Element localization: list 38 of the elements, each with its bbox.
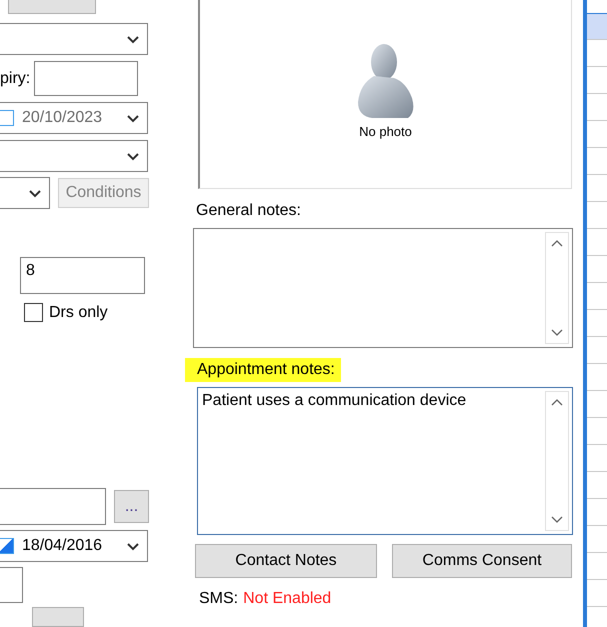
text-area[interactable]: Patient uses a communication device <box>197 387 573 535</box>
appointment-notes-label: Appointment notes: <box>185 358 341 382</box>
button[interactable]: Comms Consent <box>392 544 572 578</box>
grid-row[interactable] <box>587 13 607 40</box>
checkbox[interactable] <box>24 303 43 322</box>
checkbox[interactable] <box>0 110 14 126</box>
chevron-down-icon <box>127 115 139 124</box>
chevron-up-icon[interactable] <box>551 398 563 406</box>
sms-status: Not Enabled <box>243 590 332 608</box>
checkbox[interactable] <box>0 538 14 554</box>
text-area[interactable] <box>193 228 573 348</box>
input-field[interactable] <box>0 488 106 526</box>
button[interactable] <box>8 0 96 14</box>
input-field[interactable] <box>0 567 23 604</box>
input-field[interactable]: 8 <box>20 257 145 294</box>
dropdown[interactable] <box>0 140 148 172</box>
input-field[interactable] <box>34 61 138 96</box>
chevron-down-icon <box>29 190 41 198</box>
general-notes-label: General notes: <box>196 202 301 220</box>
dropdown[interactable] <box>0 23 148 56</box>
photo-caption: No photo <box>359 124 412 139</box>
chevron-down-icon[interactable] <box>551 329 563 337</box>
checkbox-label: Drs only <box>49 304 108 322</box>
scrollbar[interactable] <box>545 391 569 531</box>
chevron-down-icon <box>127 543 139 552</box>
field-label: piry: <box>0 70 30 88</box>
chevron-up-icon[interactable] <box>551 239 563 247</box>
date-picker[interactable]: 18/04/2016 <box>0 530 148 562</box>
button[interactable]: Contact Notes <box>195 544 377 578</box>
date-picker[interactable]: 20/10/2023 <box>0 102 148 134</box>
chevron-down-icon <box>127 153 139 162</box>
scrollbar[interactable] <box>545 232 569 344</box>
dropdown[interactable] <box>0 177 50 210</box>
chevron-down-icon[interactable] <box>551 516 563 524</box>
chevron-down-icon <box>127 36 139 44</box>
browse-button[interactable]: ... <box>114 490 149 524</box>
sms-label: SMS: <box>199 590 238 608</box>
button[interactable] <box>32 607 84 627</box>
